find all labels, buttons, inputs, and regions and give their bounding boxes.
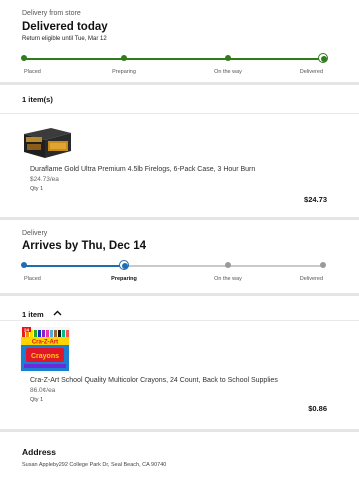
chevron-up-icon[interactable] bbox=[53, 310, 62, 316]
order2-progress-tracker: Placed Preparing On the way Delivered bbox=[21, 260, 326, 285]
divider bbox=[0, 320, 359, 321]
crayon-box-icon[interactable]: 24 Cra-Z-Art Crayons bbox=[20, 327, 70, 373]
order2-step-dot-preparing bbox=[119, 260, 129, 270]
order2-header: Delivery Arrives by Thu, Dec 14 bbox=[0, 230, 359, 252]
order1-step-label-placed: Placed bbox=[24, 69, 41, 75]
order1-step-label-on-the-way: On the way bbox=[214, 69, 242, 75]
order1-step-dot-delivered bbox=[318, 53, 328, 63]
order2-items-count: 1 item bbox=[22, 310, 44, 319]
divider bbox=[0, 293, 359, 296]
order1-product-total: $24.73 bbox=[304, 195, 327, 204]
svg-text:24: 24 bbox=[24, 328, 30, 333]
address-text: Susan Appleby292 College Park Dr, Seal B… bbox=[22, 462, 167, 468]
order1-step-dot-preparing bbox=[121, 55, 127, 61]
order2-step-dot-delivered bbox=[320, 262, 326, 268]
order1-step-label-delivered: Delivered bbox=[299, 69, 323, 75]
order2-product-qty: Qty 1 bbox=[30, 397, 44, 403]
divider bbox=[0, 217, 359, 220]
order1-title: Delivered today bbox=[22, 21, 108, 33]
order1-product-unit-price: $24.73/ea bbox=[30, 176, 59, 183]
order2-overline: Delivery bbox=[22, 230, 48, 237]
divider bbox=[0, 429, 359, 432]
order1-step-dot-on-the-way bbox=[225, 55, 231, 61]
order2-product-unit-price: 86.0¢/ea bbox=[30, 387, 56, 394]
order2-title: Arrives by Thu, Dec 14 bbox=[22, 240, 146, 252]
divider bbox=[0, 113, 359, 114]
order2-product-name[interactable]: Cra-Z-Art School Quality Multicolor Cray… bbox=[30, 377, 330, 384]
order2-step-label-placed: Placed bbox=[24, 276, 41, 282]
order2-track-line-remaining bbox=[124, 265, 323, 267]
order1-step-dot-placed bbox=[21, 55, 27, 61]
order1-header: Delivery from store Delivered today Retu… bbox=[0, 10, 359, 42]
order2-step-dot-on-the-way bbox=[225, 262, 231, 268]
svg-text:Crayons: Crayons bbox=[31, 353, 59, 360]
order1-product-details: Duraflame Gold Ultra Premium 4.5lb Firel… bbox=[30, 166, 330, 192]
order2-step-label-preparing: Preparing bbox=[111, 276, 137, 282]
svg-text:Cra-Z-Art: Cra-Z-Art bbox=[32, 340, 58, 346]
address-section: Address Susan Appleby292 College Park Dr… bbox=[0, 447, 359, 468]
order1-product-name[interactable]: Duraflame Gold Ultra Premium 4.5lb Firel… bbox=[30, 166, 330, 173]
order2-track-line-done bbox=[24, 265, 124, 267]
order2-product-total: $0.86 bbox=[308, 404, 327, 413]
order1-step-label-preparing: Preparing bbox=[112, 69, 136, 75]
order1-items-count: 1 item(s) bbox=[22, 95, 53, 104]
firelog-box-icon[interactable] bbox=[21, 124, 73, 160]
order1-items-header: 1 item(s) bbox=[0, 95, 359, 104]
order2-step-dot-placed bbox=[21, 262, 27, 268]
order1-return-note: Return eligible until Tue, Mar 12 bbox=[22, 36, 107, 42]
order1-track-line bbox=[24, 58, 323, 60]
order1-overline: Delivery from store bbox=[22, 10, 81, 17]
divider bbox=[0, 82, 359, 85]
order1-progress-tracker: Placed Preparing On the way Delivered bbox=[21, 53, 328, 78]
order2-step-label-delivered: Delivered bbox=[299, 276, 323, 282]
order1-product-qty: Qty 1 bbox=[30, 186, 44, 192]
order2-step-label-on-the-way: On the way bbox=[214, 276, 242, 282]
address-title: Address bbox=[22, 447, 57, 457]
order2-product-details: Cra-Z-Art School Quality Multicolor Cray… bbox=[30, 377, 330, 403]
